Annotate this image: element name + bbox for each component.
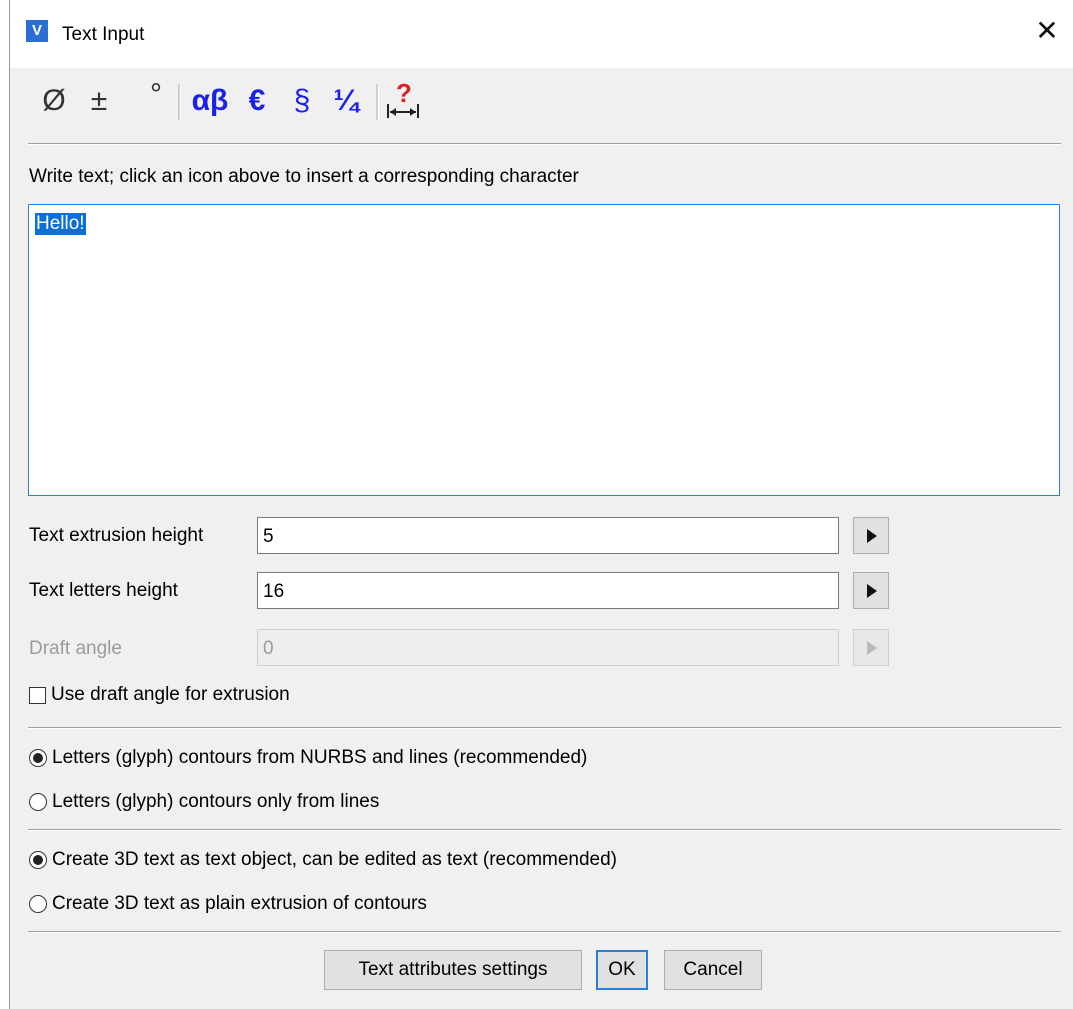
- contours-lines-radio[interactable]: [29, 793, 47, 811]
- text-input-dialog: V Text Input ✕ Ø ± ° αβ € § ¼ ? Write te…: [9, 0, 1073, 1009]
- create-plain-extrusion-label: Create 3D text as plain extrusion of con…: [52, 893, 427, 914]
- instruction-text: Write text; click an icon above to inser…: [29, 166, 579, 187]
- symbol-toolbar: Ø ± ° αβ € § ¼ ?: [32, 74, 472, 128]
- ok-button[interactable]: OK: [596, 950, 648, 990]
- help-width-icon[interactable]: ?: [384, 74, 424, 128]
- contours-nurbs-radio[interactable]: [29, 749, 47, 767]
- contours-lines-label: Letters (glyph) contours only from lines: [52, 791, 380, 812]
- extrusion-height-label: Text extrusion height: [29, 525, 204, 546]
- extrusion-height-arrow-button[interactable]: [853, 517, 889, 554]
- diameter-icon[interactable]: Ø: [38, 74, 70, 128]
- letters-height-input[interactable]: 16: [257, 572, 839, 609]
- toolbar-separator: [376, 84, 379, 120]
- cancel-button[interactable]: Cancel: [664, 950, 762, 990]
- euro-icon[interactable]: €: [242, 74, 272, 128]
- text-attributes-settings-button[interactable]: Text attributes settings: [324, 950, 582, 990]
- degree-icon[interactable]: °: [142, 68, 170, 122]
- create-text-object-label: Create 3D text as text object, can be ed…: [52, 849, 618, 870]
- use-draft-angle-label: Use draft angle for extrusion: [51, 684, 290, 705]
- extrusion-height-input[interactable]: 5: [257, 517, 839, 554]
- draft-angle-input: 0: [257, 629, 839, 666]
- letters-height-label: Text letters height: [29, 580, 178, 601]
- contours-nurbs-label: Letters (glyph) contours from NURBS and …: [52, 747, 588, 768]
- close-button[interactable]: ✕: [1021, 8, 1073, 54]
- play-arrow-icon: [867, 584, 877, 598]
- draft-angle-label: Draft angle: [29, 638, 122, 659]
- plus-minus-icon[interactable]: ±: [84, 74, 114, 128]
- use-draft-angle-checkbox[interactable]: [29, 687, 46, 704]
- letters-height-arrow-button[interactable]: [853, 572, 889, 609]
- create-text-object-radio[interactable]: [29, 851, 47, 869]
- width-arrow-icon: [387, 104, 419, 118]
- divider: [28, 143, 1061, 145]
- divider: [28, 829, 1061, 831]
- selected-text: Hello!: [35, 213, 86, 235]
- window-title: Text Input: [62, 24, 145, 45]
- draft-angle-arrow-button: [853, 629, 889, 666]
- play-arrow-icon: [867, 641, 877, 655]
- divider: [28, 931, 1061, 933]
- fraction-icon[interactable]: ¼: [328, 74, 364, 128]
- greek-letters-icon[interactable]: αβ: [184, 74, 236, 128]
- toolbar-separator: [178, 84, 181, 120]
- section-sign-icon[interactable]: §: [287, 74, 317, 128]
- play-arrow-icon: [867, 529, 877, 543]
- divider: [28, 727, 1061, 729]
- create-plain-extrusion-radio[interactable]: [29, 895, 47, 913]
- app-logo-icon: V: [26, 20, 48, 42]
- title-bar: V Text Input ✕: [10, 0, 1073, 68]
- text-input-area[interactable]: Hello!: [28, 204, 1060, 496]
